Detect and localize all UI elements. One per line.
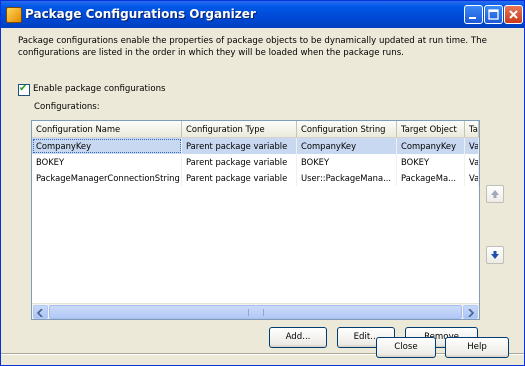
dialog-body: Package configurations enable the proper… (1, 28, 524, 365)
column-header-target-property[interactable]: Ta (465, 121, 479, 137)
close-icon (509, 10, 518, 19)
cell-target-object: BOKEY (397, 154, 465, 170)
column-header-configuration-string[interactable]: Configuration String (297, 121, 397, 137)
column-header-target-object[interactable]: Target Object (397, 121, 465, 137)
cell-configuration-name: CompanyKey (32, 138, 182, 154)
cell-configuration-name: PackageManagerConnectionString (32, 170, 182, 186)
help-button[interactable]: Help (445, 337, 509, 358)
package-icon (6, 7, 22, 23)
enable-configurations-checkbox[interactable]: ✔ (18, 84, 30, 96)
configurations-list[interactable]: Configuration Name Configuration Type Co… (31, 120, 480, 320)
column-header-configuration-type[interactable]: Configuration Type (182, 121, 297, 137)
cell-configuration-type: Parent package variable (182, 138, 297, 154)
maximize-button[interactable] (484, 5, 503, 24)
add-button[interactable]: Add... (269, 327, 327, 348)
table-row[interactable]: CompanyKey Parent package variable Compa… (32, 138, 479, 154)
cell-configuration-string: CompanyKey (297, 138, 397, 154)
cell-target-property: Va (465, 154, 479, 170)
maximize-icon (488, 9, 499, 20)
move-down-button[interactable] (486, 246, 504, 264)
scrollbar-grip (248, 309, 264, 316)
arrow-down-icon (491, 251, 499, 259)
package-configurations-organizer-window: Package Configurations Organizer Package… (0, 0, 525, 366)
cell-target-property: Va (465, 170, 479, 186)
cell-target-object: CompanyKey (397, 138, 465, 154)
scrollbar-thumb[interactable] (49, 305, 462, 319)
close-button[interactable]: Close (376, 337, 436, 358)
cell-configuration-type: Parent package variable (182, 154, 297, 170)
cell-configuration-name: BOKEY (32, 154, 182, 170)
cell-configuration-string: BOKEY (297, 154, 397, 170)
title-bar[interactable]: Package Configurations Organizer (1, 1, 524, 28)
description-text: Package configurations enable the proper… (18, 36, 487, 58)
table-row[interactable]: BOKEY Parent package variable BOKEY BOKE… (32, 154, 479, 170)
minimize-icon (469, 17, 476, 19)
list-header: Configuration Name Configuration Type Co… (32, 121, 479, 138)
cell-configuration-string: User::PackageMana... (297, 170, 397, 186)
horizontal-scrollbar[interactable] (32, 303, 479, 319)
checkmark-icon: ✔ (19, 83, 28, 94)
scroll-left-button[interactable] (33, 305, 48, 319)
scroll-left-icon (37, 309, 43, 317)
enable-configurations-label[interactable]: Enable package configurations (33, 84, 166, 94)
cell-target-property: Va (465, 138, 479, 154)
window-title: Package Configurations Organizer (25, 7, 256, 21)
cell-target-object: PackageMa... (397, 170, 465, 186)
cell-configuration-type: Parent package variable (182, 170, 297, 186)
configurations-label: Configurations: (34, 102, 100, 112)
table-row[interactable]: PackageManagerConnectionString Parent pa… (32, 170, 479, 186)
close-window-button[interactable] (504, 5, 523, 24)
move-up-button[interactable] (486, 185, 504, 203)
column-header-configuration-name[interactable]: Configuration Name (32, 121, 182, 137)
scroll-right-icon (468, 309, 474, 317)
arrow-up-icon (491, 190, 499, 198)
scroll-right-button[interactable] (463, 305, 478, 319)
minimize-button[interactable] (464, 5, 483, 24)
